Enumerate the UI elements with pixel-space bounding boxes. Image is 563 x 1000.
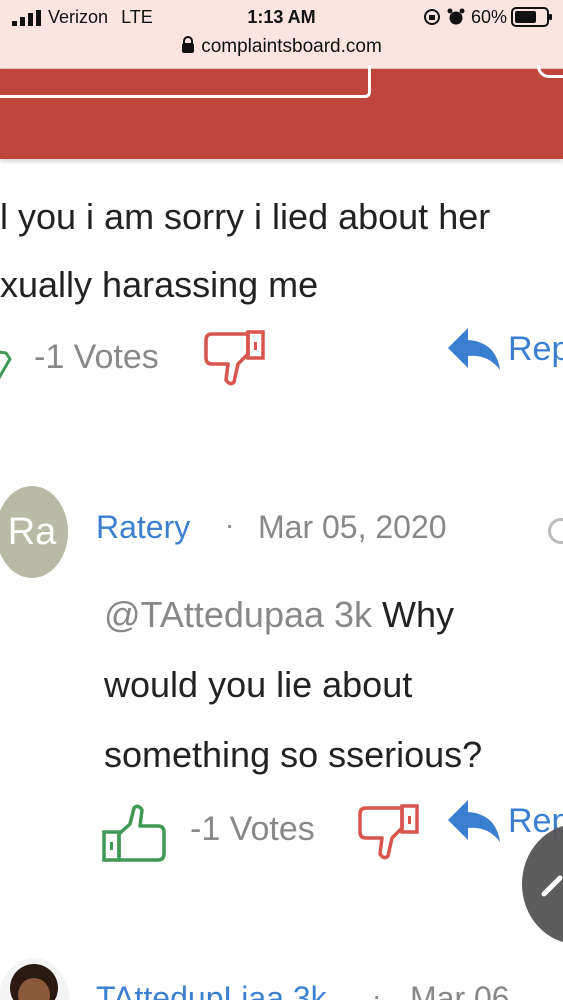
comment-1-votes: -1 Votes [34, 338, 159, 376]
orientation-lock-icon [423, 9, 440, 25]
header-search-box[interactable] [0, 65, 371, 98]
thumbs-up-icon[interactable] [102, 804, 168, 864]
separator-dot: · [372, 980, 382, 1000]
site-header [0, 65, 563, 159]
battery-icon [511, 7, 552, 27]
status-row: Verizon LTE 1:13 AM 60% [0, 6, 563, 30]
comment-1-text: l you i am sorry i lied about her xually… [0, 183, 563, 319]
url-text: complaintsboard.com [201, 36, 382, 57]
alarm-icon [447, 8, 465, 25]
thumbs-down-icon[interactable] [204, 330, 266, 388]
reply-arrow-icon[interactable] [446, 326, 502, 372]
scroll-to-top-button[interactable] [522, 824, 563, 944]
comment-1-reply-link[interactable]: Rep [508, 330, 563, 369]
more-options-icon[interactable] [548, 518, 563, 544]
comment-3-author[interactable]: TAttedupLiaa 3k [96, 980, 327, 1000]
address-bar[interactable]: complaintsboard.com [0, 36, 563, 58]
lock-icon [182, 36, 195, 53]
avatar[interactable] [0, 958, 70, 1000]
reply-arrow-icon[interactable] [446, 798, 502, 844]
separator-dot: · [225, 509, 235, 540]
comment-1-line-2: xually harassing me [0, 264, 319, 305]
comment-3-date: Mar 06 [410, 980, 510, 1000]
thumbs-down-icon[interactable] [358, 804, 420, 862]
page: Verizon LTE 1:13 AM 60% complaintsboard.… [0, 0, 563, 1000]
battery-percent: 60% [423, 7, 507, 28]
status-bar: Verizon LTE 1:13 AM 60% complaintsboard.… [0, 0, 563, 69]
comment-2-body: @TAttedupaa 3k Why would you lie about s… [104, 580, 544, 790]
comment-2-votes: -1 Votes [190, 810, 315, 848]
header-menu-button[interactable] [537, 65, 563, 78]
battery-percent-text: 60% [470, 7, 507, 27]
comment-2-date: Mar 05, 2020 [258, 509, 447, 545]
comment-2-author[interactable]: Ratery [96, 509, 190, 546]
avatar[interactable]: Ra [0, 486, 68, 578]
comment-1-line-1: l you i am sorry i lied about her [0, 196, 491, 237]
chevron-icon [541, 875, 563, 897]
comment-2-mention[interactable]: @TAttedupaa 3k [104, 594, 372, 635]
thumbs-up-icon[interactable] [0, 345, 16, 385]
